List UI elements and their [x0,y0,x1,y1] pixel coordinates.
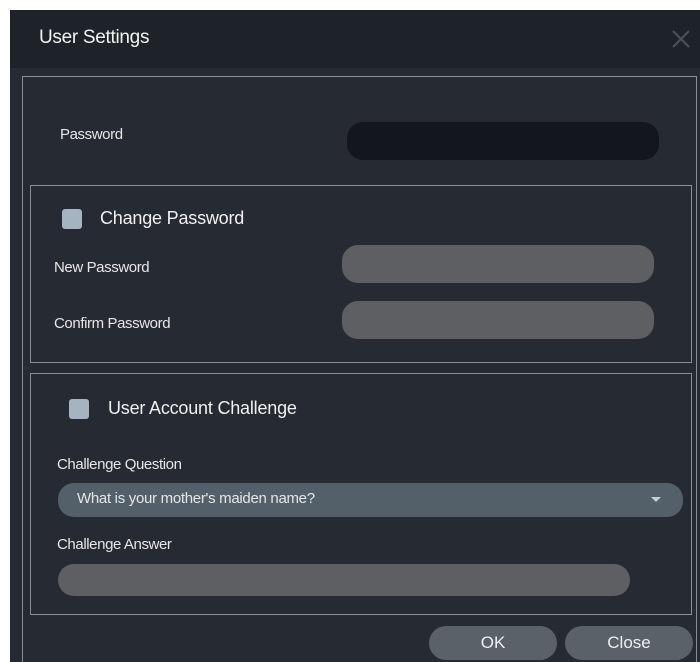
confirm-password-label: Confirm Password [54,315,171,332]
challenge-question-select[interactable]: What is your mother's maiden name? [58,483,683,517]
password-label: Password [60,126,123,143]
change-password-label: Change Password [100,208,245,228]
title-bar: User Settings [10,10,700,68]
close-button[interactable]: Close [565,626,693,660]
challenge-answer-label: Challenge Answer [57,536,172,553]
new-password-field[interactable] [342,245,654,283]
change-password-checkbox[interactable] [62,209,82,229]
settings-panel: Password Change Password New Password Co… [22,76,697,662]
challenge-answer-field[interactable] [58,564,630,596]
challenge-question-value: What is your mother's maiden name? [77,490,315,507]
dialog-title: User Settings [39,27,150,48]
confirm-password-field[interactable] [342,301,654,339]
password-field[interactable] [347,122,659,160]
user-account-challenge-checkbox[interactable] [69,399,89,419]
ok-button[interactable]: OK [429,626,557,660]
user-account-challenge-group: User Account Challenge Challenge Questio… [30,373,692,615]
challenge-question-label: Challenge Question [57,456,182,473]
user-account-challenge-label: User Account Challenge [108,398,297,418]
new-password-label: New Password [54,259,150,276]
chevron-down-icon [651,497,661,502]
user-settings-dialog: User Settings Password Change Password N… [10,10,700,662]
close-icon[interactable] [668,26,694,52]
change-password-group: Change Password New Password Confirm Pas… [30,185,692,363]
